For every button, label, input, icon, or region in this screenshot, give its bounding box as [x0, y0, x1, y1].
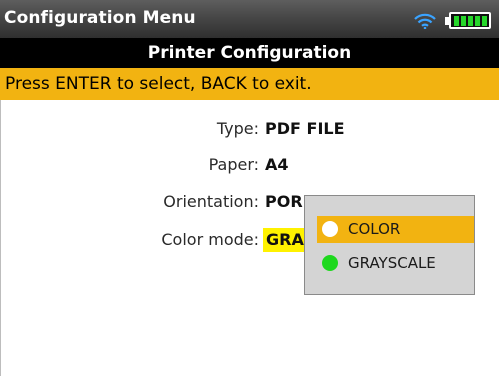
- setting-label: Type:: [216, 119, 259, 138]
- radio-indicator-icon: [322, 255, 338, 271]
- setting-value: A4: [265, 155, 289, 174]
- setting-label: Orientation:: [163, 192, 259, 211]
- wifi-icon: [414, 13, 436, 29]
- setting-row-type[interactable]: Type: PDF FILE: [0, 117, 499, 141]
- setting-label: Color mode:: [161, 230, 259, 249]
- title-bar: Configuration Menu: [0, 0, 499, 38]
- window-title: Configuration Menu: [4, 8, 196, 28]
- option-label: COLOR: [348, 220, 401, 238]
- battery-icon: [445, 12, 491, 29]
- setting-label: Paper:: [208, 155, 259, 174]
- option-label: GRAYSCALE: [348, 254, 436, 272]
- setting-value: PDF FILE: [265, 119, 345, 138]
- setting-row-paper[interactable]: Paper: A4: [0, 153, 499, 177]
- setting-value-highlighted: GRA: [263, 228, 307, 252]
- dropdown-option-grayscale[interactable]: GRAYSCALE: [317, 250, 474, 277]
- setting-value: POR: [265, 192, 303, 211]
- color-mode-dropdown[interactable]: COLOR GRAYSCALE: [304, 195, 475, 295]
- page-title: Printer Configuration: [0, 38, 499, 68]
- instruction-bar: Press ENTER to select, BACK to exit.: [0, 68, 499, 100]
- radio-indicator-icon: [322, 221, 338, 237]
- dropdown-option-color[interactable]: COLOR: [317, 216, 474, 243]
